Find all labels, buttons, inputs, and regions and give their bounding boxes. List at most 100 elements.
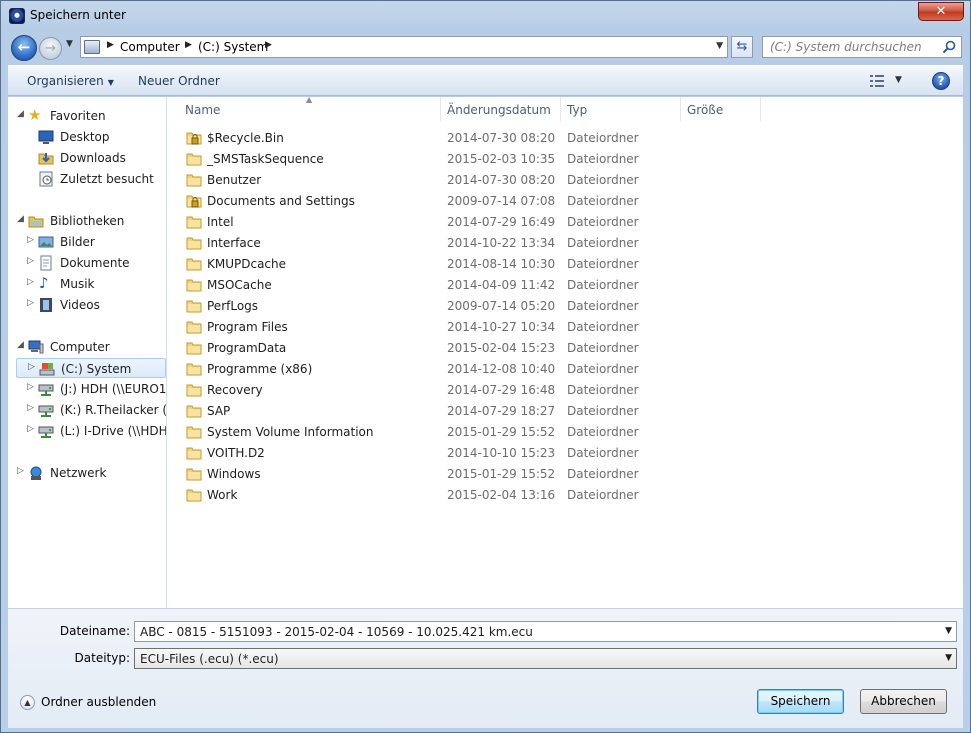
help-icon[interactable]: ? [932,72,950,90]
search-icon[interactable] [942,40,956,54]
new-folder-button[interactable]: Neuer Ordner [138,74,220,88]
table-row[interactable]: Interface 2014-10-22 13:34 Dateiordner [168,233,768,254]
table-row[interactable]: Recovery 2014-07-29 16:48 Dateiordner [168,380,768,401]
nav-label: Bibliotheken [50,214,125,228]
nav-network[interactable]: ▷ Netzwerk [17,463,166,483]
nav-desktop[interactable]: Desktop [17,127,166,147]
breadcrumb-separator-icon[interactable]: ▶ [107,40,114,50]
breadcrumb-separator-icon[interactable]: ▶ [185,40,192,50]
network-drive-icon [38,384,54,396]
table-row[interactable]: PerfLogs 2009-07-14 05:20 Dateiordner [168,296,768,317]
refresh-button[interactable]: ⇆ [731,36,753,58]
column-header-size[interactable]: Größe [681,97,761,121]
table-row[interactable]: Programme (x86) 2014-12-08 10:40 Dateiordn… [168,359,768,380]
expand-arrow-icon[interactable]: ▷ [27,403,37,413]
expand-arrow-icon[interactable]: ▷ [28,362,38,372]
table-row[interactable]: _SMSTaskSequence 2015-02-03 10:35 Dateiord… [168,149,768,170]
nav-downloads[interactable]: Downloads [17,148,166,168]
chevron-down-icon[interactable]: ▼ [945,653,952,663]
nav-libraries[interactable]: ◢ Bibliotheken [17,211,166,231]
file-date: 2009-07-14 07:08 [447,194,556,208]
save-button[interactable]: Speichern [757,689,844,714]
table-row[interactable]: Intel 2014-07-29 16:49 Dateiordner [168,212,768,233]
expand-arrow-icon[interactable]: ▷ [27,382,37,392]
filetype-label: Dateityp: [74,651,130,665]
nav-favorites[interactable]: ◢ ★ Favoriten [17,106,166,126]
organize-button[interactable]: Organisieren ▼ [27,74,114,88]
collapse-arrow-icon[interactable]: ◢ [17,214,27,224]
nav-drive-k[interactable]: ▷ (K:) R.Theilacker (\\e [17,400,166,420]
expand-arrow-icon[interactable]: ▷ [17,466,27,476]
address-bar[interactable]: ▶ Computer ▶ (C:) System ▶ ▼ [80,36,728,58]
collapse-arrow-icon[interactable]: ◢ [17,340,27,350]
title-bar[interactable]: Speichern unter ✕ [1,1,970,31]
nav-recent[interactable]: Zuletzt besucht [17,169,166,189]
navigation-pane[interactable]: ◢ ★ Favoriten Desktop Downloads Zuletzt … [8,97,167,608]
column-header-date[interactable]: Änderungsdatum [441,97,561,121]
folder-icon [186,342,202,355]
file-type: Dateiordner [567,278,639,292]
back-button[interactable]: ← [11,35,37,61]
column-header-name[interactable]: Name ▲ [168,95,441,121]
nav-music[interactable]: ▷ ♪ Musik [17,274,166,294]
filetype-select[interactable]: ECU-Files (.ecu) (*.ecu) ▼ [134,648,957,669]
address-dropdown-chevron-down-icon[interactable]: ▼ [716,41,723,51]
expand-arrow-icon[interactable]: ▷ [27,424,37,434]
file-type: Dateiordner [567,194,639,208]
file-type: Dateiordner [567,215,639,229]
table-row[interactable]: KMUPDcache 2014-08-14 10:30 Dateiordner [168,254,768,275]
file-name: ProgramData [207,341,287,355]
nav-drive-l[interactable]: ▷ (L:) I-Drive (\\HDHLI [17,421,166,441]
file-name: MSOCache [207,278,272,292]
file-date: 2015-02-03 10:35 [447,152,556,166]
folder-icon [186,321,202,334]
expand-arrow-icon[interactable]: ▷ [27,256,37,266]
breadcrumb-separator-icon[interactable]: ▶ [265,40,272,50]
filename-value: ABC - 0815 - 5151093 - 2015-02-04 - 1056… [140,625,533,639]
nav-label: (C:) System [61,362,132,376]
nav-drive-c[interactable]: ▷ (C:) System [16,358,166,378]
expand-arrow-icon[interactable]: ▷ [27,235,37,245]
nav-computer[interactable]: ◢ Computer [17,337,166,357]
file-list[interactable]: Name ▲ Änderungsdatum Typ Größe $Recycle… [168,95,963,608]
expand-arrow-icon[interactable]: ▷ [27,298,37,308]
table-row[interactable]: System Volume Information 2015-01-29 15:5… [168,422,768,443]
breadcrumb-drive-c[interactable]: (C:) System [198,40,268,54]
collapse-arrow-icon[interactable]: ◢ [17,109,27,119]
recent-pages-chevron-down-icon[interactable]: ▼ [66,39,73,49]
nav-documents[interactable]: ▷ Dokumente [17,253,166,273]
table-row[interactable]: ProgramData 2015-02-04 15:23 Dateiordner [168,338,768,359]
table-row[interactable]: MSOCache 2014-04-09 11:42 Dateiordner [168,275,768,296]
table-row[interactable]: Work 2015-02-04 13:16 Dateiordner [168,485,768,506]
forward-button[interactable]: → [39,37,62,60]
table-row[interactable]: $Recycle.Bin 2014-07-30 08:20 Dateiordner [168,128,768,149]
expand-arrow-icon[interactable]: ▷ [27,277,37,287]
address-row: ← → ▼ ▶ Computer ▶ (C:) System ▶ ▼ ⇆ (C:… [1,31,970,65]
nav-drive-j[interactable]: ▷ (J:) HDH (\\EURO1) [17,379,166,399]
folder-icon [186,447,202,460]
table-row[interactable]: SAP 2014-07-29 18:27 Dateiordner [168,401,768,422]
folder-icon [186,279,202,292]
folder-icon [186,489,202,502]
search-input[interactable]: (C:) System durchsuchen [762,36,962,58]
nav-videos[interactable]: ▷ Videos [17,295,166,315]
table-row[interactable]: Benutzer 2014-07-30 08:20 Dateiordner [168,170,768,191]
desktop-icon [38,130,54,144]
table-row[interactable]: VOITH.D2 2014-10-10 15:23 Dateiordner [168,443,768,464]
close-button[interactable]: ✕ [918,2,964,21]
locked-folder-icon [186,195,202,208]
nav-pictures[interactable]: ▷ Bilder [17,232,166,252]
table-row[interactable]: Documents and Settings 2009-07-14 07:08 Da… [168,191,768,212]
file-name: _SMSTaskSequence [207,152,324,166]
column-header-type[interactable]: Typ [561,97,681,121]
view-options-icon[interactable] [870,75,884,87]
chevron-down-icon[interactable]: ▼ [945,626,952,636]
breadcrumb-computer[interactable]: Computer [120,40,180,54]
table-row[interactable]: Windows 2015-01-29 15:52 Dateiordner [168,464,768,485]
cancel-button[interactable]: Abbrechen [860,689,947,714]
table-row[interactable]: Program Files 2014-10-27 10:34 Dateiordner [168,317,768,338]
filename-field[interactable]: ABC - 0815 - 5151093 - 2015-02-04 - 1056… [134,621,957,642]
view-dropdown-chevron-down-icon[interactable]: ▼ [895,75,902,85]
folder-icon [186,258,202,271]
file-type: Dateiordner [567,131,639,145]
